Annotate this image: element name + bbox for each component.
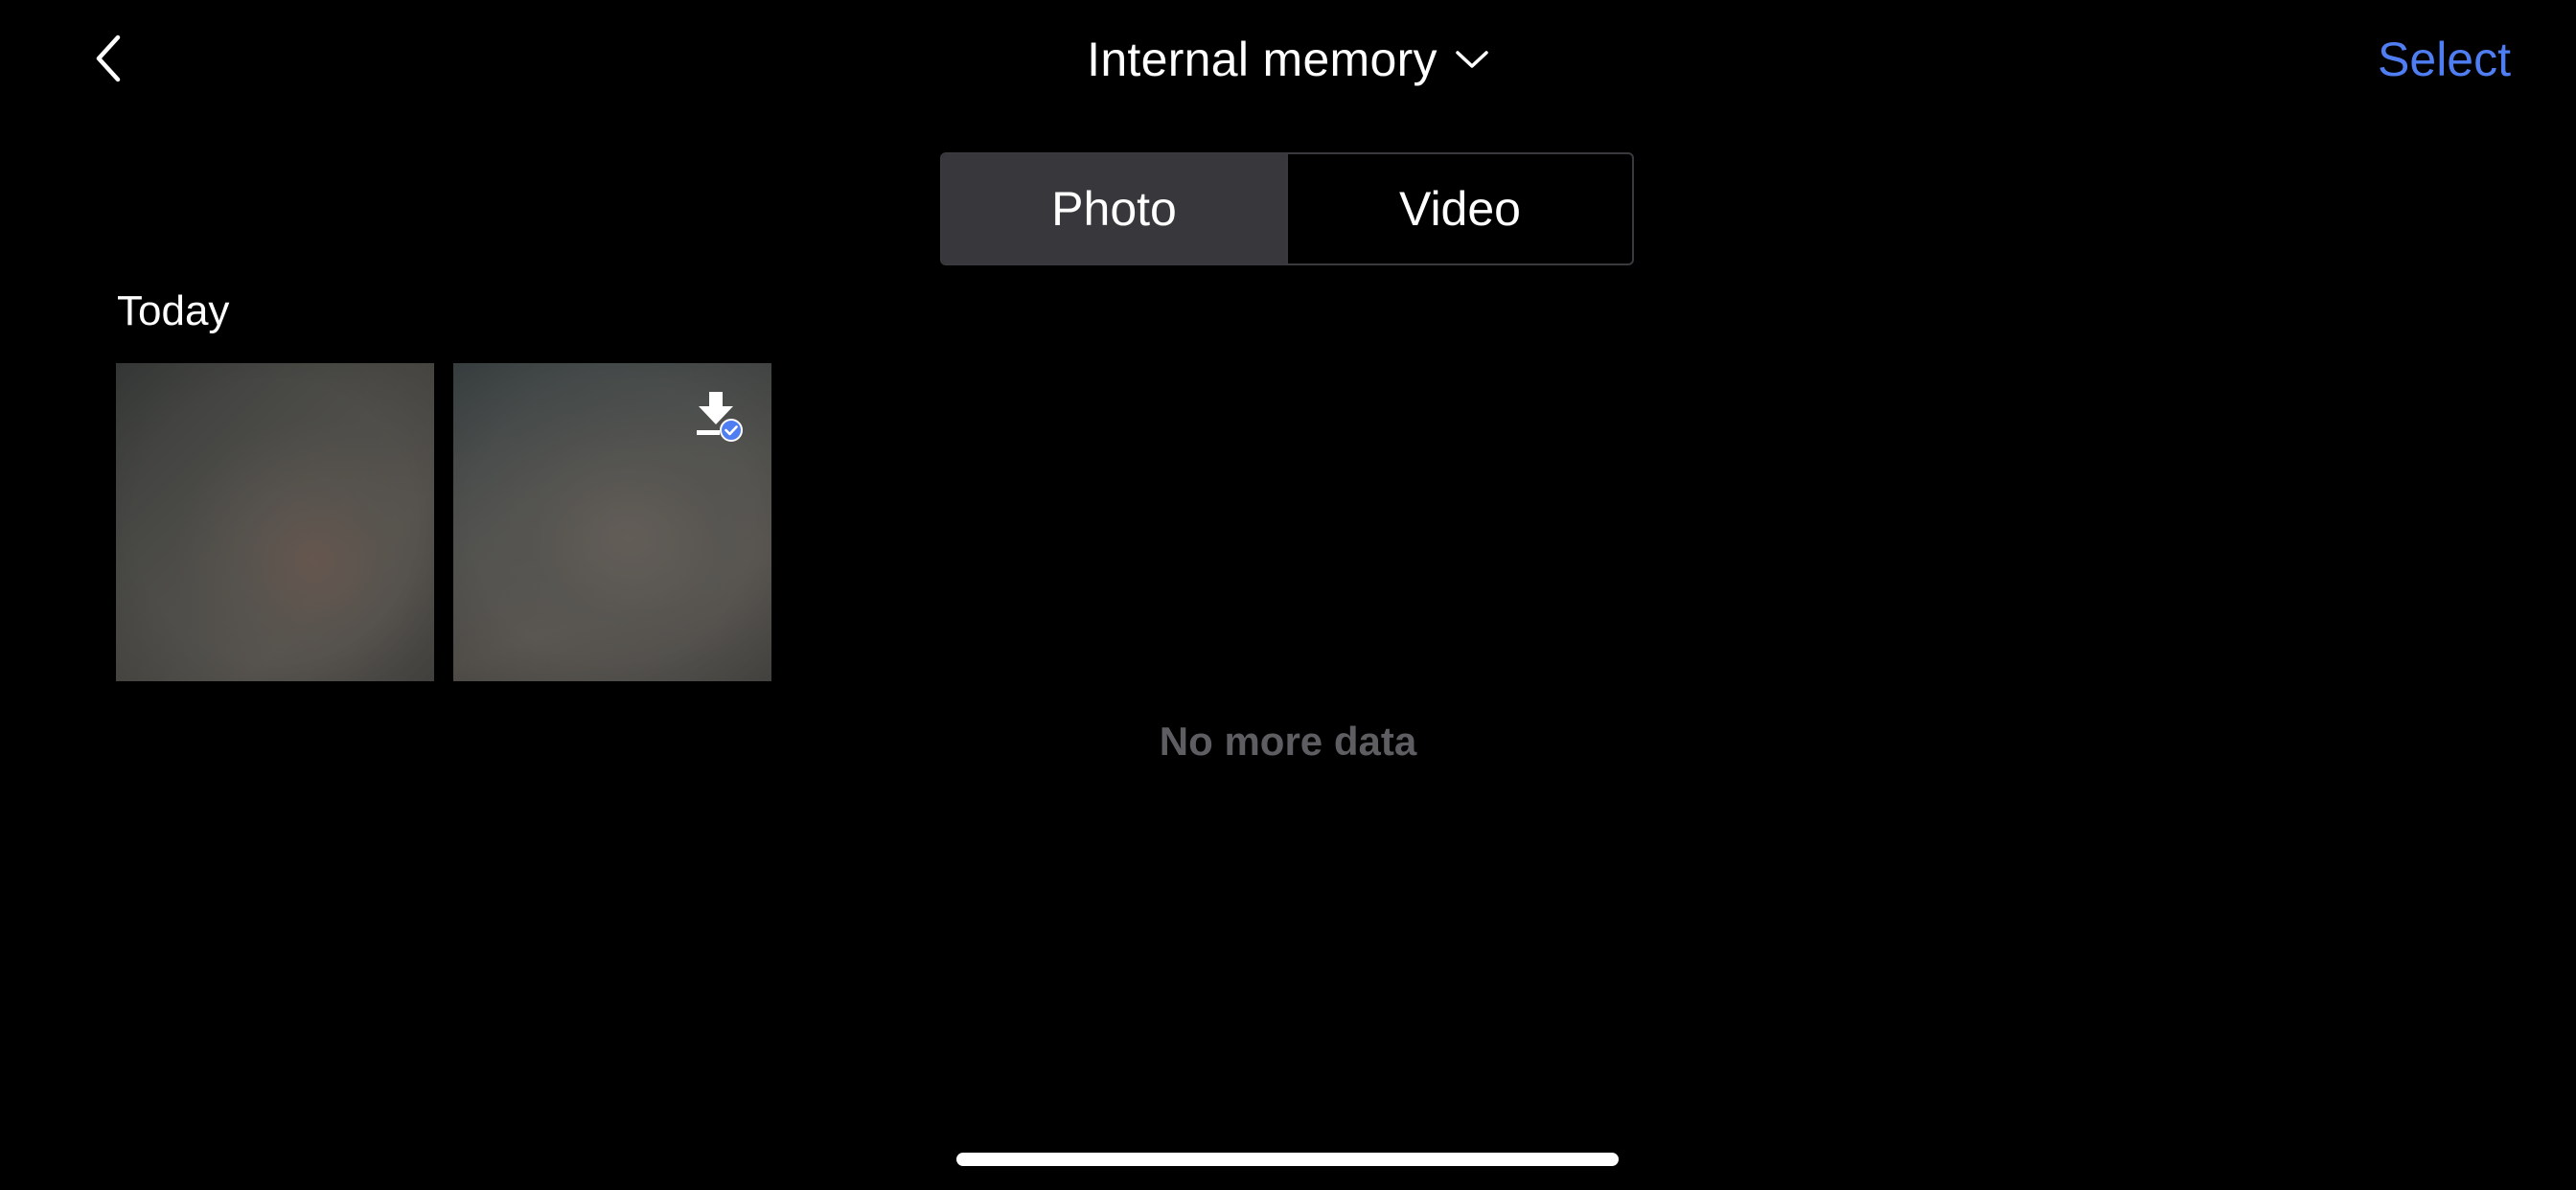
- media-thumbnail[interactable]: [116, 363, 434, 681]
- album-screen: Internal memory Select Photo Video Today: [0, 0, 2576, 1190]
- media-thumbnail[interactable]: [453, 363, 771, 681]
- chevron-left-icon: [96, 34, 121, 82]
- back-button[interactable]: [84, 29, 132, 88]
- chevron-down-icon: [1456, 51, 1488, 68]
- section-heading-date: Today: [117, 287, 230, 334]
- title-bar: Internal memory: [0, 27, 2576, 92]
- media-type-segmented-control: Photo Video: [940, 152, 1634, 265]
- page-title: Internal memory: [1087, 33, 1438, 86]
- end-of-list-message: No more data: [1159, 719, 1417, 764]
- download-check-icon: [697, 392, 743, 442]
- tab-photo[interactable]: Photo: [942, 154, 1286, 263]
- home-indicator[interactable]: [956, 1153, 1619, 1166]
- storage-dropdown[interactable]: Internal memory: [1087, 32, 1489, 87]
- select-button[interactable]: Select: [2378, 27, 2511, 92]
- tab-video[interactable]: Video: [1288, 154, 1632, 263]
